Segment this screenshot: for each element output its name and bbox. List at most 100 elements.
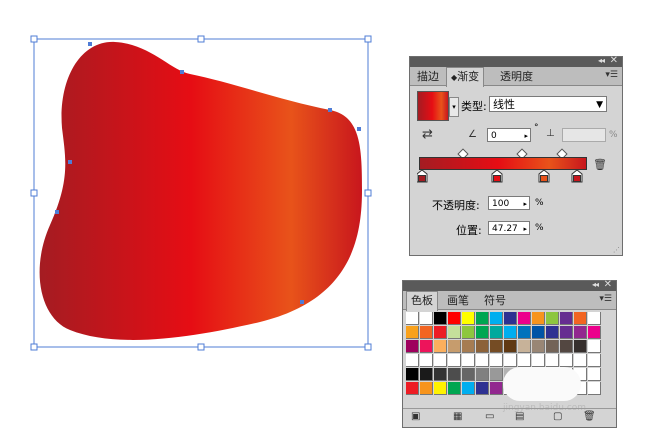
swatch-cell[interactable] [434,340,447,353]
swatch-cell[interactable] [504,312,517,325]
gradient-preview-swatch[interactable] [417,91,449,121]
swatch-cell[interactable] [546,340,559,353]
swatch-cell[interactable] [476,326,489,339]
swatch-cell[interactable] [476,354,489,367]
swatch-cell[interactable] [518,312,531,325]
swatch-cell[interactable] [420,312,433,325]
swatch-cell[interactable] [560,354,573,367]
swatch-cell[interactable] [476,312,489,325]
swatch-cell[interactable] [462,326,475,339]
swatch-cell[interactable] [406,368,419,381]
tab-gradient[interactable]: ◆渐变 [446,67,485,87]
swatch-cell[interactable] [448,368,461,381]
swatch-cell[interactable] [434,382,447,395]
panel-menu-icon[interactable]: ▾☰ [605,70,618,80]
swatch-cell[interactable] [448,326,461,339]
type-select[interactable]: 线性 ▼ [489,96,607,112]
swatch-cell[interactable] [406,312,419,325]
delete-swatch-icon[interactable]: 🗑 [583,411,596,422]
swatch-cell[interactable] [546,354,559,367]
new-color-group-icon[interactable]: ▤ [515,411,524,422]
tab-brushes[interactable]: 画笔 [443,292,473,309]
swatch-cell[interactable] [406,382,419,395]
opacity-input[interactable]: 100 ▸ [488,196,530,210]
swatch-cell[interactable] [588,326,601,339]
swatch-cell[interactable] [490,382,503,395]
swatch-cell[interactable] [504,354,517,367]
swatch-cell[interactable] [420,368,433,381]
swatch-cell[interactable] [532,312,545,325]
tab-swatches[interactable]: 色板 [406,291,438,311]
swatch-cell[interactable] [546,326,559,339]
swatch-cell[interactable] [434,312,447,325]
swatch-cell[interactable] [448,312,461,325]
panel-menu-icon[interactable]: ▾☰ [599,294,612,304]
swatch-cell[interactable] [476,340,489,353]
swatch-cell[interactable] [588,340,601,353]
swatch-cell[interactable] [532,326,545,339]
angle-input[interactable]: 0 ▸ [487,128,531,142]
tab-stroke[interactable]: 描边 [413,68,443,85]
swatch-cell[interactable] [476,382,489,395]
show-swatch-kinds-icon[interactable]: ▦ [453,411,462,422]
swatch-cell[interactable] [518,326,531,339]
swatch-cell[interactable] [420,354,433,367]
swatch-cell[interactable] [406,354,419,367]
gradient-slider[interactable] [419,157,587,170]
swatch-cell[interactable] [546,312,559,325]
gradient-preview-dropdown-icon[interactable]: ▾ [449,97,459,117]
swatch-cell[interactable] [504,340,517,353]
swatch-cell[interactable] [448,354,461,367]
swatch-cell[interactable] [588,382,601,395]
swatch-cell[interactable] [490,312,503,325]
swatch-cell[interactable] [518,354,531,367]
swatch-cell[interactable] [532,340,545,353]
swatch-cell[interactable] [462,382,475,395]
swatch-cell[interactable] [518,340,531,353]
tab-transparency[interactable]: 透明度 [496,68,537,85]
panel-titlebar[interactable]: ◂◂ ✕ [410,55,622,67]
collapse-icon[interactable]: ◂◂ [592,280,599,289]
swatch-cell[interactable] [420,340,433,353]
angle-stepper-icon[interactable]: ▸ [524,129,528,143]
resize-grip-icon[interactable]: ⋰ [613,246,620,254]
opacity-stepper-icon[interactable]: ▸ [523,197,527,211]
close-icon[interactable]: ✕ [610,55,618,66]
swatch-cell[interactable] [476,368,489,381]
swatch-cell[interactable] [490,340,503,353]
swatch-cell[interactable] [574,312,587,325]
swatch-cell[interactable] [434,326,447,339]
swatch-cell[interactable] [462,354,475,367]
swatch-cell[interactable] [420,326,433,339]
swatch-cell[interactable] [406,340,419,353]
swatch-cell[interactable] [574,340,587,353]
swatch-cell[interactable] [588,354,601,367]
swatch-cell[interactable] [574,326,587,339]
swatch-library-icon[interactable]: ▣ [411,411,420,422]
reverse-gradient-icon[interactable]: ⇄ [422,127,433,142]
swatch-cell[interactable] [406,326,419,339]
swatch-cell[interactable] [462,312,475,325]
swatch-cell[interactable] [490,326,503,339]
swatch-cell[interactable] [560,340,573,353]
location-stepper-icon[interactable]: ▸ [523,222,527,236]
swatch-cell[interactable] [420,382,433,395]
swatch-cell[interactable] [504,326,517,339]
swatch-options-icon[interactable]: ▭ [485,411,494,422]
tab-symbols[interactable]: 符号 [480,292,510,309]
swatch-cell[interactable] [448,340,461,353]
swatch-cell[interactable] [434,354,447,367]
close-icon[interactable]: ✕ [604,279,612,290]
swatch-cell[interactable] [448,382,461,395]
color-stops[interactable] [417,170,593,184]
swatch-cell[interactable] [532,354,545,367]
location-input[interactable]: 47.27 ▸ [488,221,530,235]
swatch-cell[interactable] [588,312,601,325]
swatch-cell[interactable] [560,326,573,339]
collapse-icon[interactable]: ◂◂ [598,56,605,65]
swatch-cell[interactable] [560,312,573,325]
swatch-cell[interactable] [574,354,587,367]
gradient-shape[interactable] [39,41,362,340]
swatch-cell[interactable] [490,368,503,381]
panel-titlebar[interactable]: ◂◂ ✕ [403,279,616,291]
